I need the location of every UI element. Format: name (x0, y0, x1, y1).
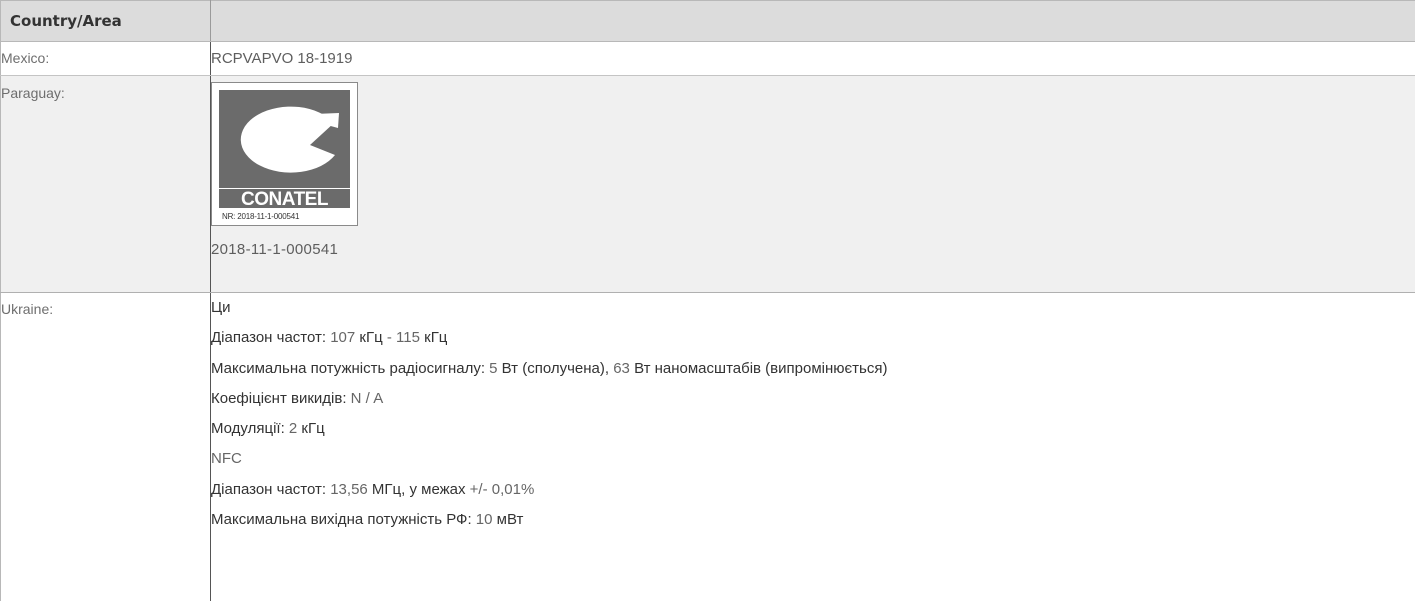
mexico-certification-number: RCPVAPVO 18-1919 (211, 42, 1415, 76)
table-header-row: Country/Area (1, 1, 1415, 42)
header-country-area: Country/Area (1, 1, 211, 42)
conatel-nr-text: NR: 2018-11-1-000541 (222, 212, 299, 221)
ukraine-line-frequency-range: Діапазон частот: 107 кГц - 115 кГц (211, 323, 1415, 353)
table-row-ukraine: Ukraine: Ци Діапазон частот: 107 кГц - 1… (1, 293, 1415, 601)
conatel-logo-text: CONATEL (241, 189, 329, 210)
table-row-mexico: Mexico: RCPVAPVO 18-1919 (1, 42, 1415, 76)
paraguay-certification-number: 2018-11-1-000541 (211, 241, 1415, 258)
ukraine-specs-cell: Ци Діапазон частот: 107 кГц - 115 кГц Ма… (211, 293, 1415, 601)
conatel-emblem-icon: CONATEL (212, 83, 357, 225)
ukraine-line-max-rf-output: Максимальна вихідна потужність РФ: 10 мВ… (211, 505, 1415, 535)
paraguay-certification-cell: CONATEL NR: 2018-11-1-000541 2018-11-1-0… (211, 76, 1415, 293)
ukraine-line-emission-coefficient: Коефіцієнт викидів: N / A (211, 384, 1415, 414)
table-row-paraguay: Paraguay: CONATEL NR: 2018-11-1-000541 2… (1, 76, 1415, 293)
certification-table: Country/Area Mexico: RCPVAPVO 18-1919 Pa… (0, 0, 1415, 601)
header-value (211, 1, 1415, 42)
ukraine-line-nfc-frequency-range: Діапазон частот: 13,56 МГц, у межах +/- … (211, 475, 1415, 505)
ukraine-line-intro: Ци (211, 293, 1415, 323)
conatel-logo: CONATEL NR: 2018-11-1-000541 (211, 82, 358, 226)
country-label-ukraine: Ukraine: (1, 293, 211, 601)
country-label-mexico: Mexico: (1, 42, 211, 76)
ukraine-line-nfc: NFC (211, 444, 1415, 474)
country-label-paraguay: Paraguay: (1, 76, 211, 293)
ukraine-line-max-power: Максимальна потужність радіосигналу: 5 В… (211, 354, 1415, 384)
ukraine-line-modulation: Модуляції: 2 кГц (211, 414, 1415, 444)
